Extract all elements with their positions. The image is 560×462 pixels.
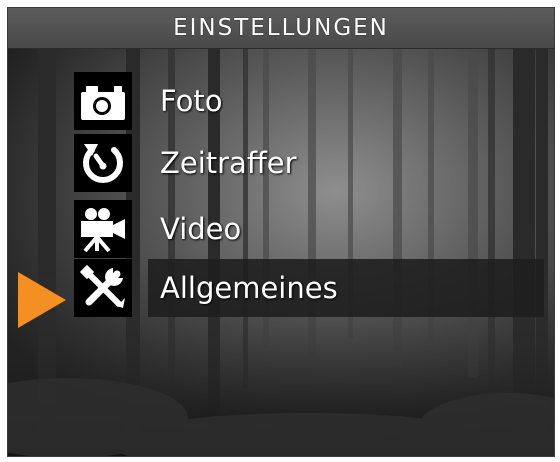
menu-item-label-wrap: Zeitraffer [148,134,544,192]
menu-item-label: Allgemeines [160,271,338,305]
tools-icon [74,259,132,317]
menu-item-allgemeines[interactable]: Allgemeines [74,259,544,317]
page-title: EINSTELLUNGEN [173,15,389,41]
menu-item-label: Video [160,212,242,246]
menu-item-zeitraffer[interactable]: Zeitraffer [74,134,544,192]
camera-icon [74,72,132,130]
menu-item-label: Zeitraffer [160,146,297,180]
camera-settings-screen: EINSTELLUNGEN Foto Zeitraffer Video Allg… [7,7,555,457]
timelapse-icon [74,134,132,192]
menu-item-foto[interactable]: Foto [74,72,544,130]
menu-item-video[interactable]: Video [74,200,544,258]
menu-item-label-wrap: Video [148,200,544,258]
selection-cursor-icon [18,272,66,328]
menu-item-label: Foto [160,84,223,118]
title-bar: EINSTELLUNGEN [8,8,554,49]
video-camera-icon [74,200,132,258]
menu-item-label-wrap: Allgemeines [148,259,544,317]
menu-item-label-wrap: Foto [148,72,544,130]
